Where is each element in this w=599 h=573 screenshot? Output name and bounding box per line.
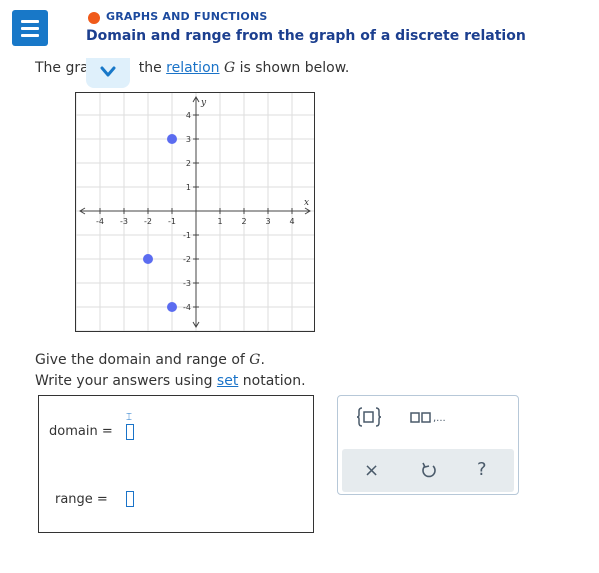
undo-button[interactable]: [420, 461, 438, 483]
y-tick-label: -4: [183, 303, 191, 312]
header: GRAPHS AND FUNCTIONS Domain and range fr…: [0, 0, 599, 57]
ordered-list-button[interactable]: [410, 410, 432, 429]
line2-after: notation.: [238, 373, 306, 389]
text-cursor-icon: ⌶: [126, 412, 132, 423]
y-axis-label: y: [200, 98, 207, 108]
relation-link[interactable]: relation: [166, 60, 219, 76]
collapse-button[interactable]: [86, 58, 130, 88]
y-tick-label: 4: [186, 111, 191, 120]
undo-icon: [422, 462, 436, 478]
status-dot-icon: [88, 12, 100, 24]
topic-label: GRAPHS AND FUNCTIONS: [106, 10, 268, 23]
x-axis-label: x: [304, 198, 309, 208]
y-tick-label: -1: [183, 231, 191, 240]
domain-label: domain =: [49, 424, 113, 439]
x-tick-label: 3: [265, 217, 270, 226]
help-button[interactable]: ?: [477, 459, 487, 480]
intro-text: The gra the relation G is shown below.: [35, 60, 349, 76]
set-braces-icon: [356, 407, 382, 427]
x-tick-label: -2: [144, 217, 152, 226]
line2-before: Write your answers using: [35, 373, 217, 389]
x-tick-label: -1: [168, 217, 176, 226]
x-tick-label: -4: [96, 217, 104, 226]
hamburger-icon: [21, 20, 39, 23]
ordered-list-icon: [410, 412, 431, 423]
data-point: [167, 302, 177, 312]
line1-after: .: [260, 352, 265, 368]
y-tick-label: -3: [183, 279, 191, 288]
data-point: [167, 134, 177, 144]
hamburger-icon-line: [21, 27, 39, 30]
y-tick-label: -2: [183, 255, 191, 264]
x-tick-label: 2: [241, 217, 246, 226]
chevron-down-icon: [100, 66, 116, 77]
question-line-1: Give the domain and range of G.: [35, 352, 265, 368]
clear-button[interactable]: ×: [364, 460, 379, 481]
page-title: Domain and range from the graph of a dis…: [86, 28, 526, 44]
graph: x y -4 -3 -2 -1 1 2 3 4 4 3 2 1 -1 -2 -3 -4: [75, 92, 315, 332]
intro-mid: the: [138, 60, 167, 76]
y-tick-label: 2: [186, 159, 191, 168]
line1-before: Give the domain and range of: [35, 352, 250, 368]
chart-svg: x y -4 -3 -2 -1 1 2 3 4 4 3 2 1 -1 -2 -3 -4: [76, 93, 314, 331]
tool-actions: × ?: [342, 449, 514, 492]
set-link[interactable]: set: [217, 373, 238, 389]
list-suffix: ,...: [433, 413, 446, 424]
hamburger-icon-line: [21, 34, 39, 37]
question-line-2: Write your answers using set notation.: [35, 373, 306, 389]
range-label: range =: [55, 492, 108, 507]
y-tick-label: 1: [186, 183, 191, 192]
x-tick-label: 4: [289, 217, 294, 226]
intro-before: The gra: [35, 60, 89, 76]
x-tick-label: 1: [217, 217, 222, 226]
menu-button[interactable]: [12, 10, 48, 46]
intro-after: is shown below.: [235, 60, 350, 76]
data-point: [143, 254, 153, 264]
y-tick-label: 3: [186, 135, 191, 144]
range-input[interactable]: [126, 491, 134, 507]
answer-box: domain = ⌶ range =: [38, 395, 314, 533]
relation-variable: G: [223, 60, 236, 76]
line1-variable: G: [249, 352, 261, 368]
x-tick-label: -3: [120, 217, 128, 226]
set-braces-button[interactable]: [356, 406, 382, 432]
domain-input[interactable]: [126, 424, 134, 440]
